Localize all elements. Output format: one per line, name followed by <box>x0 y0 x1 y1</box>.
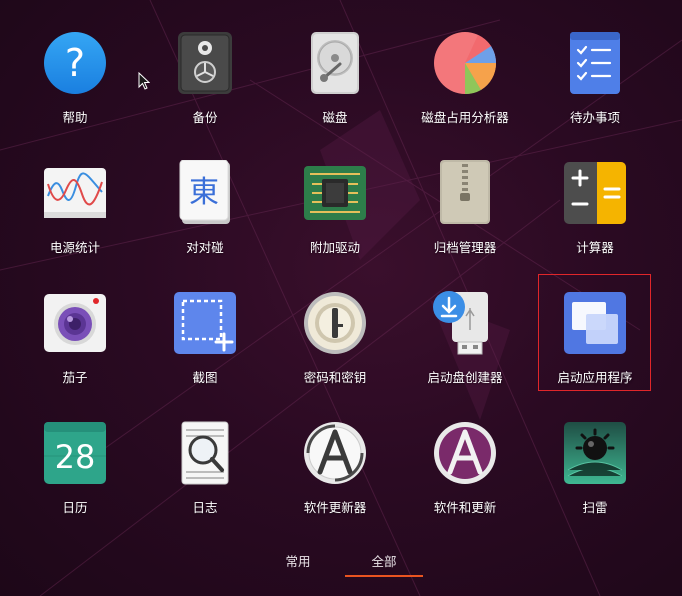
app-label: 密码和密钥 <box>303 370 367 385</box>
software-updater-icon <box>304 422 366 484</box>
tab-frequent[interactable]: 常用 <box>255 551 341 577</box>
app-label: 磁盘 <box>322 110 348 125</box>
app-help[interactable]: ? 帮助 <box>10 24 140 154</box>
app-startup-applications[interactable]: 启动应用程序 <box>530 274 660 414</box>
app-label: 启动应用程序 <box>557 370 633 385</box>
svg-text:東: 東 <box>189 175 219 210</box>
camera-icon <box>44 294 106 352</box>
app-startup-disk-creator[interactable]: 启动盘创建器 <box>400 284 530 414</box>
app-calculator[interactable]: 计算器 <box>530 154 660 284</box>
app-label: 电源统计 <box>49 240 100 255</box>
app-software-and-updates[interactable]: 软件和更新 <box>400 414 530 544</box>
pie-chart-icon <box>434 32 497 95</box>
tab-all[interactable]: 全部 <box>341 551 427 577</box>
view-tabs: 常用 全部 <box>0 551 682 577</box>
startup-windows-icon <box>564 292 626 354</box>
app-label: 待办事项 <box>569 110 620 125</box>
app-label: 对对碰 <box>186 240 224 255</box>
todo-list-icon <box>570 32 620 94</box>
keyring-icon <box>304 292 366 354</box>
app-label: 附加驱动 <box>309 240 360 255</box>
app-backup[interactable]: 备份 <box>140 24 270 154</box>
app-label: 日历 <box>62 500 88 515</box>
app-label: 截图 <box>192 370 218 385</box>
app-mahjong[interactable]: 東 对对碰 <box>140 154 270 284</box>
archive-zipper-icon <box>440 160 490 224</box>
disk-drive-icon <box>311 32 359 94</box>
app-label: 扫雷 <box>582 500 608 515</box>
mahjong-tile-icon: 東 <box>179 160 230 224</box>
logs-magnifier-icon <box>181 421 229 485</box>
app-label: 计算器 <box>576 240 614 255</box>
app-additional-drivers[interactable]: 附加驱动 <box>270 154 400 284</box>
usb-drive-icon <box>433 291 488 355</box>
mouse-pointer-icon <box>138 72 150 90</box>
app-label: 备份 <box>192 110 218 125</box>
app-label: 软件更新器 <box>303 500 367 515</box>
app-power-statistics[interactable]: 电源统计 <box>10 154 140 284</box>
app-label: 磁盘占用分析器 <box>421 110 509 125</box>
app-passwords-and-keys[interactable]: 密码和密钥 <box>270 284 400 414</box>
backup-safe-icon <box>178 32 232 94</box>
app-cheese[interactable]: 茄子 <box>10 284 140 414</box>
screenshot-icon <box>174 292 236 354</box>
calculator-icon <box>564 162 626 224</box>
chip-icon <box>304 166 366 220</box>
app-label: 日志 <box>192 500 218 515</box>
app-disks[interactable]: 磁盘 <box>270 24 400 154</box>
svg-text:28: 28 <box>55 438 96 476</box>
app-todo[interactable]: 待办事项 <box>530 24 660 154</box>
app-calendar[interactable]: 28 日历 <box>10 414 140 544</box>
power-graph-icon <box>44 168 106 218</box>
app-label: 归档管理器 <box>433 240 497 255</box>
app-grid: ? 帮助 备份 磁盘 磁盘占用分析器 待办事项 电源统计 東 对对碰 附加驱动 … <box>10 24 670 544</box>
app-logs[interactable]: 日志 <box>140 414 270 544</box>
software-sources-icon <box>434 422 496 484</box>
app-label: 帮助 <box>62 110 88 125</box>
app-disk-usage-analyzer[interactable]: 磁盘占用分析器 <box>400 24 530 154</box>
mines-icon <box>564 422 626 484</box>
app-screenshot[interactable]: 截图 <box>140 284 270 414</box>
app-mines[interactable]: 扫雷 <box>530 414 660 544</box>
help-icon: ? <box>44 32 106 94</box>
app-label: 茄子 <box>62 370 88 385</box>
app-software-updater[interactable]: 软件更新器 <box>270 414 400 544</box>
app-archive-manager[interactable]: 归档管理器 <box>400 154 530 284</box>
svg-text:?: ? <box>65 41 85 85</box>
calendar-icon: 28 <box>44 422 106 484</box>
app-label: 软件和更新 <box>433 500 497 515</box>
app-label: 启动盘创建器 <box>427 370 503 385</box>
